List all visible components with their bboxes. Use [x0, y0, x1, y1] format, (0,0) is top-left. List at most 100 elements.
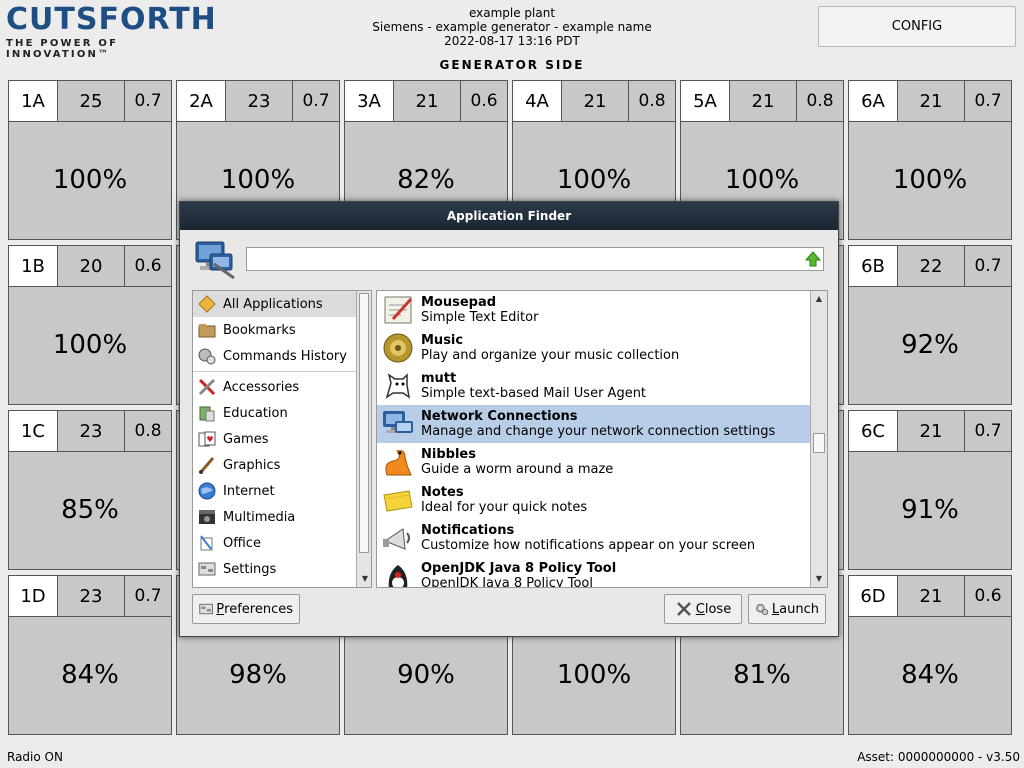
cell-value-2: 0.7 — [974, 256, 1002, 276]
go-up-arrow-icon[interactable] — [804, 250, 822, 268]
grid-cell[interactable]: 6B 22 0.7 92% — [848, 245, 1012, 405]
mousepad-icon — [384, 296, 413, 324]
category-item-commands-history[interactable]: Commands History — [193, 343, 371, 369]
cell-value-2: 0.6 — [134, 256, 162, 276]
cell-value-1: 23 — [58, 411, 125, 451]
cell-value-1: 20 — [58, 246, 125, 286]
app-item-music[interactable]: Music Play and organize your music collec… — [377, 329, 827, 367]
cell-percent: 85% — [61, 495, 119, 525]
cell-id: 1B — [9, 246, 58, 286]
launch-button[interactable]: Launch — [748, 594, 826, 624]
cell-percent: 100% — [52, 165, 128, 195]
cell-percent: 84% — [901, 660, 959, 690]
java-icon — [388, 565, 408, 587]
cell-id: 6B — [849, 246, 898, 286]
generator-name: Siemens - example generator - example na… — [372, 20, 652, 34]
cell-id: 6A — [849, 81, 898, 121]
cell-id: 4A — [513, 81, 562, 121]
grid-cell[interactable]: 6A 21 0.7 100% — [848, 80, 1012, 240]
category-label: Accessories — [223, 379, 300, 395]
app-description: OpenJDK Java 8 Policy Tool — [421, 576, 593, 588]
app-item-notes[interactable]: Notes Ideal for your quick notes — [377, 481, 827, 519]
notes-icon — [383, 490, 413, 512]
internet-icon — [198, 482, 216, 500]
cell-value-2: 0.7 — [974, 421, 1002, 441]
category-label: All Applications — [223, 296, 323, 312]
cell-value-2: 0.6 — [470, 91, 498, 111]
cell-value-1: 23 — [226, 81, 293, 121]
app-item-mousepad[interactable]: Mousepad Simple Text Editor — [377, 291, 827, 329]
app-description: Simple text-based Mail User Agent — [421, 386, 647, 401]
games-icon: ♥ — [198, 431, 216, 447]
cell-percent: 92% — [901, 330, 959, 360]
cell-id: 1C — [9, 411, 58, 451]
app-name: OpenJDK Java 8 Policy Tool — [421, 561, 617, 576]
generator-side-label: GENERATOR SIDE — [439, 58, 585, 72]
app-item-nibbles[interactable]: Nibbles Guide a worm around a maze — [377, 443, 827, 481]
category-item-graphics[interactable]: Graphics — [193, 452, 371, 478]
category-item-accessories[interactable]: Accessories — [193, 374, 371, 400]
cell-value-1: 21 — [562, 81, 629, 121]
grid-cell[interactable]: 6C 21 0.7 91% — [848, 410, 1012, 570]
app-description: Play and organize your music collection — [421, 348, 680, 363]
gear-icon — [756, 603, 769, 616]
cell-value-2: 0.8 — [806, 91, 834, 111]
cutsforth-logo: CUTSFORTH THE POWER OF INNOVATION™ — [6, 4, 216, 61]
cell-value-1: 21 — [898, 576, 965, 616]
app-item-openjdk-policy-tool[interactable]: OpenJDK Java 8 Policy Tool OpenJDK Java 8… — [377, 557, 827, 588]
category-item-office[interactable]: Office — [193, 530, 371, 556]
app-item-network-connections[interactable]: Network Connections Manage and change you… — [377, 405, 827, 443]
cell-value-2: 0.8 — [134, 421, 162, 441]
app-item-notifications[interactable]: Notifications Customize how notifications… — [377, 519, 827, 557]
grid-cell[interactable]: 6D 21 0.6 84% — [848, 575, 1012, 735]
cell-value-1: 25 — [58, 81, 125, 121]
category-label: Multimedia — [223, 509, 296, 525]
app-description: Guide a worm around a maze — [421, 462, 614, 477]
scroll-down-arrow-icon[interactable]: ▼ — [359, 573, 371, 585]
preferences-icon — [199, 603, 213, 615]
scroll-down-arrow-icon[interactable]: ▼ — [813, 573, 825, 585]
category-item-bookmarks[interactable]: Bookmarks — [193, 317, 371, 343]
application-list[interactable]: Mousepad Simple Text Editor Music Play and… — [376, 290, 828, 588]
app-item-mutt[interactable]: mutt Simple text-based Mail User Agent — [377, 367, 827, 405]
mutt-icon — [385, 373, 411, 399]
close-label: lose — [704, 601, 732, 617]
category-item-games[interactable]: ♥ Games — [193, 426, 371, 452]
category-scrollbar[interactable]: ▼ — [356, 291, 371, 587]
category-item-education[interactable]: Education — [193, 400, 371, 426]
category-item-settings[interactable]: Settings — [193, 556, 371, 582]
category-label: Office — [223, 535, 261, 551]
accessories-icon — [198, 378, 216, 396]
grid-cell[interactable]: 1D 23 0.7 84% — [8, 575, 172, 735]
multimedia-icon — [199, 510, 215, 524]
application-scrollbar[interactable]: ▲ ▼ — [810, 291, 827, 587]
category-scroll-thumb[interactable] — [359, 293, 369, 553]
cell-value-1: 21 — [898, 81, 965, 121]
cell-percent: 100% — [52, 330, 128, 360]
category-label: Bookmarks — [223, 322, 296, 338]
cell-id: 2A — [177, 81, 226, 121]
category-item-multimedia[interactable]: Multimedia — [193, 504, 371, 530]
category-list[interactable]: All Applications Bookmarks Commands Hist… — [192, 290, 372, 588]
scroll-up-arrow-icon[interactable]: ▲ — [813, 293, 825, 305]
plant-name: example plant — [468, 6, 556, 20]
grid-cell[interactable]: 1C 23 0.8 85% — [8, 410, 172, 570]
preferences-button[interactable]: Preferences — [192, 594, 300, 624]
search-input[interactable] — [246, 247, 824, 271]
app-name: mutt — [421, 371, 457, 386]
category-item-internet[interactable]: Internet — [193, 478, 371, 504]
cell-value-2: 0.7 — [974, 91, 1002, 111]
category-item-all-applications[interactable]: All Applications — [193, 291, 371, 317]
grid-cell[interactable]: 1B 20 0.6 100% — [8, 245, 172, 405]
cell-id: 1A — [9, 81, 58, 121]
timestamp: 2022-08-17 13:16 PDT — [444, 34, 580, 48]
config-button[interactable]: CONFIG — [818, 6, 1016, 47]
application-finder-dialog: Application Finder All Applications Book… — [179, 201, 839, 637]
close-button[interactable]: Close — [664, 594, 742, 624]
svg-text:♥: ♥ — [206, 435, 213, 444]
graphics-icon — [199, 457, 215, 474]
category-label: Settings — [223, 561, 277, 577]
application-scroll-thumb[interactable] — [813, 433, 825, 453]
preferences-label: references — [224, 601, 293, 617]
grid-cell[interactable]: 1A 25 0.7 100% — [8, 80, 172, 240]
